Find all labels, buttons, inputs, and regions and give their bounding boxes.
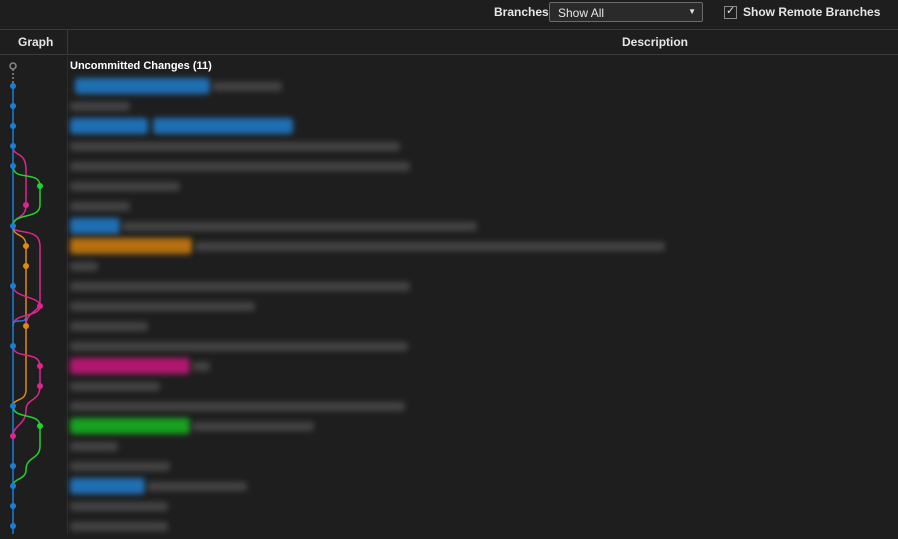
commit-message[interactable] — [70, 302, 255, 311]
commit-node[interactable] — [10, 103, 16, 109]
commit-node[interactable] — [37, 303, 43, 309]
commit-node[interactable] — [10, 403, 16, 409]
checkmark-icon: ✓ — [726, 5, 736, 17]
commit-message[interactable] — [70, 202, 130, 211]
commit-node[interactable] — [37, 423, 43, 429]
commit-graph-svg — [9, 62, 43, 534]
branches-select-value: Show All — [558, 6, 605, 20]
commit-message[interactable] — [192, 362, 210, 371]
graph-column-header[interactable]: Graph — [0, 30, 68, 54]
commit-message[interactable] — [70, 182, 180, 191]
commit-message[interactable] — [70, 442, 118, 451]
branch-tag — [70, 478, 145, 494]
uncommitted-node[interactable] — [9, 62, 17, 70]
commit-node[interactable] — [10, 343, 16, 349]
commit-node[interactable] — [10, 483, 16, 489]
branch-line-green-2 — [12, 405, 41, 487]
graph-column-label: Graph — [18, 35, 54, 49]
commit-message[interactable] — [212, 82, 282, 91]
commit-node[interactable] — [23, 323, 29, 329]
branch-tag — [153, 118, 293, 134]
commit-message[interactable] — [70, 502, 168, 511]
commit-message[interactable] — [70, 382, 160, 391]
branch-tag — [70, 118, 148, 134]
uncommitted-changes-row[interactable]: Uncommitted Changes (11) — [70, 60, 212, 72]
commit-node[interactable] — [10, 503, 16, 509]
commit-message[interactable] — [195, 242, 665, 251]
commit-message[interactable] — [70, 142, 400, 151]
description-column-header[interactable]: Description — [622, 35, 688, 49]
show-remote-branches-label: Show Remote Branches — [743, 5, 881, 19]
branch-tag — [70, 418, 190, 434]
commit-node[interactable] — [37, 383, 43, 389]
branches-select[interactable]: Show All ▼ — [549, 2, 703, 22]
commit-node[interactable] — [10, 283, 16, 289]
commit-message[interactable] — [70, 262, 98, 271]
commit-message[interactable] — [70, 282, 410, 291]
branch-line-pink — [12, 145, 27, 227]
branch-tag — [70, 238, 192, 254]
commit-node[interactable] — [10, 83, 16, 89]
commit-message[interactable] — [70, 102, 130, 111]
commit-node[interactable] — [37, 183, 43, 189]
commit-node[interactable] — [10, 123, 16, 129]
commit-node[interactable] — [10, 163, 16, 169]
branch-tag — [75, 78, 210, 94]
commit-message[interactable] — [122, 222, 477, 231]
commit-node[interactable] — [23, 202, 29, 208]
commit-message[interactable] — [70, 522, 168, 531]
commit-node[interactable] — [10, 223, 16, 229]
commit-graph — [0, 56, 68, 534]
chevron-down-icon: ▼ — [688, 7, 696, 16]
commit-message[interactable] — [70, 342, 408, 351]
commit-node[interactable] — [10, 463, 16, 469]
branch-tag — [70, 358, 190, 374]
show-remote-branches-checkbox[interactable]: ✓ — [724, 5, 737, 19]
commit-node[interactable] — [23, 263, 29, 269]
commit-node[interactable] — [37, 363, 43, 369]
branches-label: Branches: — [494, 5, 553, 19]
commit-message[interactable] — [70, 162, 410, 171]
commit-message[interactable] — [147, 482, 247, 491]
branch-tag — [70, 218, 120, 234]
commit-node[interactable] — [10, 523, 16, 529]
commit-node[interactable] — [10, 433, 16, 439]
commit-message[interactable] — [70, 322, 148, 331]
commit-node[interactable] — [10, 143, 16, 149]
column-header: Graph Description — [0, 29, 898, 55]
commit-node[interactable] — [23, 243, 29, 249]
commit-message[interactable] — [70, 462, 170, 471]
commit-message[interactable] — [70, 402, 405, 411]
toolbar: Branches: Show All ▼ ✓ Show Remote Branc… — [0, 0, 898, 29]
commit-message[interactable] — [192, 422, 314, 431]
